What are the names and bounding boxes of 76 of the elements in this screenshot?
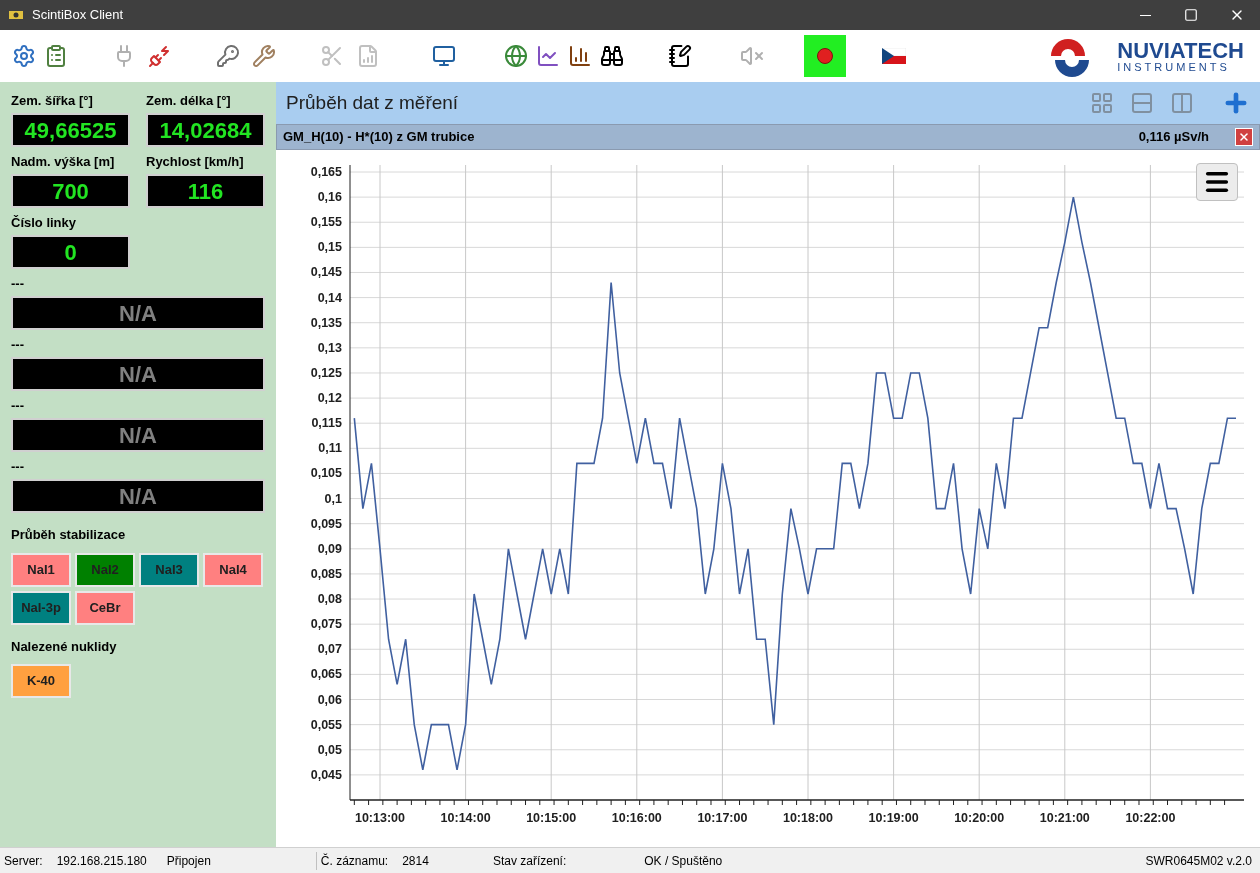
readout-display: N/A bbox=[11, 418, 265, 452]
status-chip: CeBr bbox=[75, 590, 135, 625]
readout-label: Zem. šířka [°] bbox=[11, 93, 94, 109]
readout-display: 14,02684 bbox=[146, 113, 265, 147]
status-value: 2814 bbox=[402, 852, 429, 870]
status-label: Stav zařízení: bbox=[492, 852, 567, 870]
window-title: ScintiBox Client bbox=[32, 6, 124, 25]
status-chip: NaI4 bbox=[203, 552, 263, 587]
status-chip: NaI-3p bbox=[11, 590, 71, 625]
readout-display: 700 bbox=[11, 174, 130, 208]
y-tick-label: 0,05 bbox=[317, 742, 342, 757]
readout-display: 0 bbox=[11, 235, 130, 269]
y-tick-label: 0,11 bbox=[318, 441, 342, 456]
y-tick-label: 0,1 bbox=[324, 491, 342, 506]
panel-title: Průběh dat z měření bbox=[286, 90, 459, 115]
status-chip: NaI1 bbox=[11, 552, 71, 587]
y-tick-label: 0,165 bbox=[310, 165, 342, 179]
series-reading: 0,116 µSv/h bbox=[1138, 128, 1209, 147]
x-tick-label: 10:15:00 bbox=[526, 811, 577, 825]
y-tick-label: 0,095 bbox=[310, 516, 342, 531]
y-tick-label: 0,09 bbox=[317, 541, 342, 556]
readout-label: --- bbox=[11, 337, 25, 353]
y-tick-label: 0,065 bbox=[310, 667, 342, 682]
logo-subtitle: INSTRUMENTS bbox=[1117, 61, 1230, 73]
readout-display: 116 bbox=[146, 174, 265, 208]
readout-label: Číslo linky bbox=[11, 215, 78, 231]
readout-display: N/A bbox=[11, 479, 265, 513]
status-value: SWR0645M02 v.2.0 bbox=[1145, 852, 1252, 870]
series-name: GM_H(10) - H*(10) z GM trubice bbox=[283, 128, 475, 147]
readout-label: --- bbox=[11, 276, 25, 292]
x-tick-label: 10:22:00 bbox=[1125, 811, 1176, 825]
y-tick-label: 0,13 bbox=[317, 340, 342, 355]
y-tick-label: 0,12 bbox=[317, 391, 342, 406]
y-tick-label: 0,115 bbox=[311, 416, 342, 431]
x-tick-label: 10:13:00 bbox=[355, 811, 405, 825]
x-tick-label: 10:21:00 bbox=[1039, 811, 1090, 825]
y-tick-label: 0,125 bbox=[310, 365, 342, 380]
y-tick-label: 0,055 bbox=[310, 717, 342, 732]
y-tick-label: 0,07 bbox=[317, 642, 342, 657]
y-tick-label: 0,085 bbox=[310, 566, 342, 581]
readout-label: Nadm. výška [m] bbox=[11, 154, 116, 170]
readout-label: --- bbox=[11, 398, 25, 414]
y-tick-label: 0,15 bbox=[317, 240, 342, 255]
x-tick-label: 10:18:00 bbox=[783, 811, 833, 825]
status-chip: K-40 bbox=[11, 664, 71, 698]
x-tick-label: 10:20:00 bbox=[954, 811, 1005, 825]
status-value: Připojen bbox=[166, 852, 211, 870]
y-tick-label: 0,08 bbox=[317, 592, 342, 607]
x-tick-label: 10:19:00 bbox=[868, 811, 919, 825]
y-tick-label: 0,155 bbox=[310, 215, 342, 230]
y-tick-label: 0,14 bbox=[317, 290, 342, 305]
status-label: Server: bbox=[4, 852, 43, 870]
readout-display: 49,66525 bbox=[11, 113, 130, 147]
readout-display: N/A bbox=[11, 296, 265, 330]
status-label: Č. záznamu: bbox=[315, 851, 389, 870]
section-title: Nalezené nuklidy bbox=[11, 637, 118, 656]
y-tick-label: 0,135 bbox=[310, 315, 342, 330]
status-chip: NaI3 bbox=[139, 552, 199, 587]
x-tick-label: 10:17:00 bbox=[697, 811, 748, 825]
status-value: 192.168.215.180 bbox=[56, 852, 147, 870]
readout-label: --- bbox=[11, 459, 25, 475]
readout-label: Zem. délka [°] bbox=[146, 93, 232, 109]
x-tick-label: 10:14:00 bbox=[440, 811, 491, 825]
readout-display: N/A bbox=[11, 357, 265, 391]
readout-label: Rychlost [km/h] bbox=[146, 154, 245, 170]
logo-name: NUVIATECH bbox=[1117, 39, 1244, 62]
x-tick-label: 10:16:00 bbox=[611, 811, 662, 825]
status-value: OK / Spuštěno bbox=[644, 852, 723, 870]
y-tick-label: 0,16 bbox=[317, 190, 342, 205]
section-title: Průběh stabilizace bbox=[11, 526, 127, 544]
y-tick-label: 0,045 bbox=[310, 767, 342, 782]
y-tick-label: 0,105 bbox=[310, 466, 342, 481]
y-tick-label: 0,06 bbox=[317, 692, 342, 707]
y-tick-label: 0,075 bbox=[310, 617, 342, 632]
y-tick-label: 0,145 bbox=[310, 265, 342, 280]
status-chip: NaI2 bbox=[75, 552, 135, 587]
